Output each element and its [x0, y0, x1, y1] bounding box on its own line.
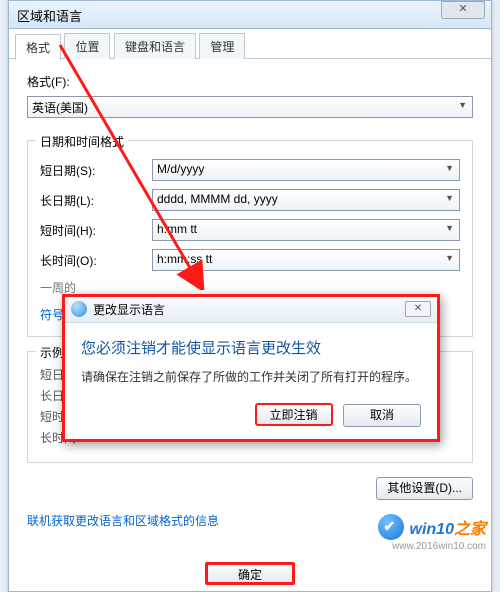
short-date-label: 短日期(S):: [40, 162, 152, 179]
watermark: win10之家: [378, 514, 486, 540]
watermark-logo-icon: [378, 514, 404, 540]
msgbox-close-button[interactable]: ✕: [405, 301, 431, 317]
msgbox-titlebar: 更改显示语言 ✕: [65, 297, 437, 323]
long-time-label: 长时间(O):: [40, 252, 152, 269]
logoff-now-button[interactable]: 立即注销: [255, 403, 333, 426]
titlebar: 区域和语言 ✕: [9, 1, 491, 29]
format-combo[interactable]: 英语(美国): [27, 96, 473, 118]
dialog-footer: 确定: [9, 562, 491, 585]
watermark-text: win10之家: [410, 515, 486, 539]
msgbox-heading: 您必须注销才能使显示语言更改生效: [81, 337, 421, 358]
globe-icon: [71, 301, 87, 317]
tab-keyboard-language[interactable]: 键盘和语言: [114, 33, 196, 59]
tab-strip: 格式 位置 键盘和语言 管理: [9, 29, 491, 59]
change-display-language-dialog: 更改显示语言 ✕ 您必须注销才能使显示语言更改生效 请确保在注销之前保存了所做的…: [62, 294, 440, 442]
other-settings-button[interactable]: 其他设置(D)...: [376, 477, 473, 500]
long-date-label: 长日期(L):: [40, 192, 152, 209]
long-time-combo[interactable]: h:mm:ss tt: [152, 249, 460, 271]
short-time-label: 短时间(H):: [40, 222, 152, 239]
msgbox-body: 您必须注销才能使显示语言更改生效 请确保在注销之前保存了所做的工作并关闭了所有打…: [65, 323, 437, 439]
tab-format[interactable]: 格式: [15, 34, 61, 60]
online-info-link[interactable]: 联机获取更改语言和区域格式的信息: [27, 514, 219, 528]
ok-button[interactable]: 确定: [205, 562, 295, 585]
tab-location[interactable]: 位置: [64, 33, 110, 59]
format-label: 格式(F):: [27, 73, 473, 90]
window-close-button[interactable]: ✕: [441, 1, 485, 19]
msgbox-text: 请确保在注销之前保存了所做的工作并关闭了所有打开的程序。: [81, 368, 421, 385]
long-date-combo[interactable]: dddd, MMMM dd, yyyy: [152, 189, 460, 211]
window-title: 区域和语言: [17, 6, 82, 25]
tab-admin[interactable]: 管理: [199, 33, 245, 59]
short-time-combo[interactable]: h:mm tt: [152, 219, 460, 241]
short-date-combo[interactable]: M/d/yyyy: [152, 159, 460, 181]
group-title: 日期和时间格式: [36, 133, 128, 150]
msgbox-title: 更改显示语言: [93, 301, 165, 318]
watermark-url: www.2016win10.com: [392, 541, 486, 552]
cancel-button[interactable]: 取消: [343, 404, 421, 427]
